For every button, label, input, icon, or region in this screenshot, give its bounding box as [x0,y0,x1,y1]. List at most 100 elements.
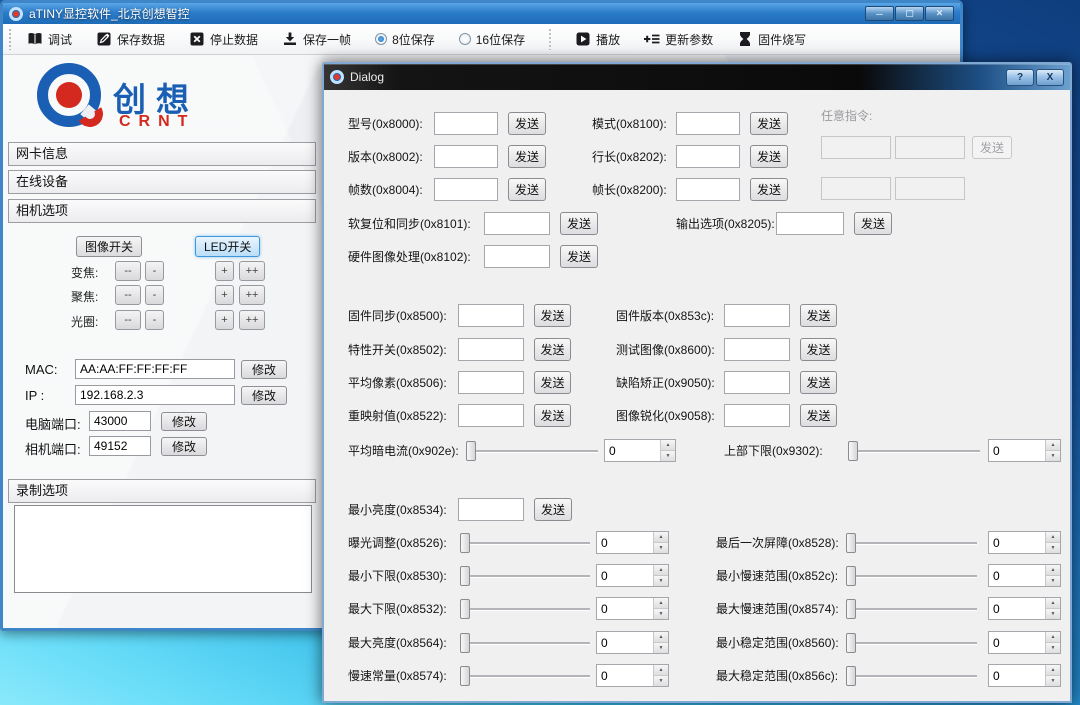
slider-0x8574-slowconst[interactable] [460,666,590,686]
spin-up-icon[interactable]: ▲ [1046,565,1060,576]
send-0x8600[interactable]: 发送 [800,338,837,361]
input-0x8000[interactable] [434,112,498,135]
focus-plus-plus-button[interactable]: ++ [239,285,265,305]
spin-0x8526-input[interactable] [597,532,653,553]
toolbar-grip[interactable] [9,29,11,50]
spin-up-icon[interactable]: ▲ [654,665,668,676]
send-0x8004[interactable]: 发送 [508,178,546,201]
slider-thumb[interactable] [846,666,856,686]
pc-port-input[interactable] [89,411,151,431]
spin-down-icon[interactable]: ▼ [1046,576,1060,586]
spin-up-icon[interactable]: ▲ [1046,598,1060,609]
send-0x9058[interactable]: 发送 [800,404,837,427]
spin-0x852c-input[interactable] [989,565,1045,586]
spin-down-icon[interactable]: ▼ [654,576,668,586]
spin-up-icon[interactable]: ▲ [654,532,668,543]
iris-plus-button[interactable]: + [215,310,234,330]
slider-thumb[interactable] [460,566,470,586]
input-0x8534[interactable] [458,498,524,521]
send-0x8101[interactable]: 发送 [560,212,598,235]
iris-plus-plus-button[interactable]: ++ [239,310,265,330]
spin-up-icon[interactable]: ▲ [1046,632,1060,643]
spin-0x8532-input[interactable] [597,598,653,619]
radio-16bit-save[interactable]: 16位保存 [459,31,525,48]
spin-0x9302-input[interactable] [989,440,1045,461]
input-0x8101[interactable] [484,212,550,235]
slider-thumb[interactable] [460,533,470,553]
cam-port-input[interactable] [89,436,151,456]
slider-0x902e[interactable] [466,441,598,461]
minimize-button[interactable]: ─ [865,6,894,21]
sidebar-section-online-devices[interactable]: 在线设备 [8,170,316,194]
spin-0x8564-input[interactable] [597,632,653,653]
firmware-burn-button[interactable]: 固件烧写 [737,31,806,48]
stop-data-button[interactable]: 停止数据 [189,31,258,48]
send-0x8534[interactable]: 发送 [534,498,572,521]
update-params-button[interactable]: 更新参数 [644,31,713,48]
sidebar-section-record-options[interactable]: 录制选项 [8,479,316,503]
mac-modify-button[interactable]: 修改 [241,360,287,379]
slider-0x856c[interactable] [846,666,977,686]
radio-selected-icon[interactable] [375,33,387,45]
spin-0x8560-input[interactable] [989,632,1045,653]
radio-unselected-icon[interactable] [459,33,471,45]
input-0x8205[interactable] [776,212,844,235]
slider-thumb[interactable] [460,666,470,686]
spin-up-icon[interactable]: ▲ [661,440,675,451]
spin-up-icon[interactable]: ▲ [654,632,668,643]
input-0x9050[interactable] [724,371,790,394]
input-0x853c[interactable] [724,304,790,327]
zoom-plus-button[interactable]: + [215,261,234,281]
send-0x8522[interactable]: 发送 [534,404,571,427]
send-0x8100[interactable]: 发送 [750,112,788,135]
input-0x8506[interactable] [458,371,524,394]
sidebar-section-network-info[interactable]: 网卡信息 [8,142,316,166]
ip-modify-button[interactable]: 修改 [241,386,287,405]
input-0x8100[interactable] [676,112,740,135]
slider-0x8526[interactable] [460,533,590,553]
ip-input[interactable] [75,385,235,405]
input-0x8502[interactable] [458,338,524,361]
focus-minus-minus-button[interactable]: -- [115,285,141,305]
slider-0x8532[interactable] [460,599,590,619]
input-0x8004[interactable] [434,178,498,201]
focus-minus-button[interactable]: - [145,285,164,305]
maximize-button[interactable]: ▢ [895,6,924,21]
spin-down-icon[interactable]: ▼ [1046,543,1060,553]
spin-down-icon[interactable]: ▼ [1046,609,1060,619]
spin-down-icon[interactable]: ▼ [1046,451,1060,461]
led-switch-button[interactable]: LED开关 [195,236,260,257]
spin-0x8574-slowconst-input[interactable] [597,665,653,686]
record-list-box[interactable] [14,505,312,593]
send-0x8502[interactable]: 发送 [534,338,571,361]
slider-thumb[interactable] [846,633,856,653]
send-0x8002[interactable]: 发送 [508,145,546,168]
spin-down-icon[interactable]: ▼ [654,643,668,653]
send-0x8506[interactable]: 发送 [534,371,571,394]
zoom-minus-minus-button[interactable]: -- [115,261,141,281]
spin-up-icon[interactable]: ▲ [1046,665,1060,676]
pc-port-modify-button[interactable]: 修改 [161,412,207,431]
send-0x8205[interactable]: 发送 [854,212,892,235]
spin-down-icon[interactable]: ▼ [1046,643,1060,653]
send-0x8500[interactable]: 发送 [534,304,571,327]
slider-thumb[interactable] [846,566,856,586]
iris-minus-minus-button[interactable]: -- [115,310,141,330]
slider-thumb[interactable] [460,633,470,653]
input-0x8522[interactable] [458,404,524,427]
iris-minus-button[interactable]: - [145,310,164,330]
cam-port-modify-button[interactable]: 修改 [161,437,207,456]
spin-down-icon[interactable]: ▼ [654,609,668,619]
input-0x8600[interactable] [724,338,790,361]
spin-up-icon[interactable]: ▲ [1046,532,1060,543]
slider-0x9302[interactable] [848,441,980,461]
zoom-plus-plus-button[interactable]: ++ [239,261,265,281]
play-button[interactable]: 播放 [575,31,620,48]
slider-thumb[interactable] [466,441,476,461]
focus-plus-button[interactable]: + [215,285,234,305]
spin-0x8528-input[interactable] [989,532,1045,553]
send-0x8102[interactable]: 发送 [560,245,598,268]
zoom-minus-button[interactable]: - [145,261,164,281]
input-0x8102[interactable] [484,245,550,268]
spin-up-icon[interactable]: ▲ [1046,440,1060,451]
